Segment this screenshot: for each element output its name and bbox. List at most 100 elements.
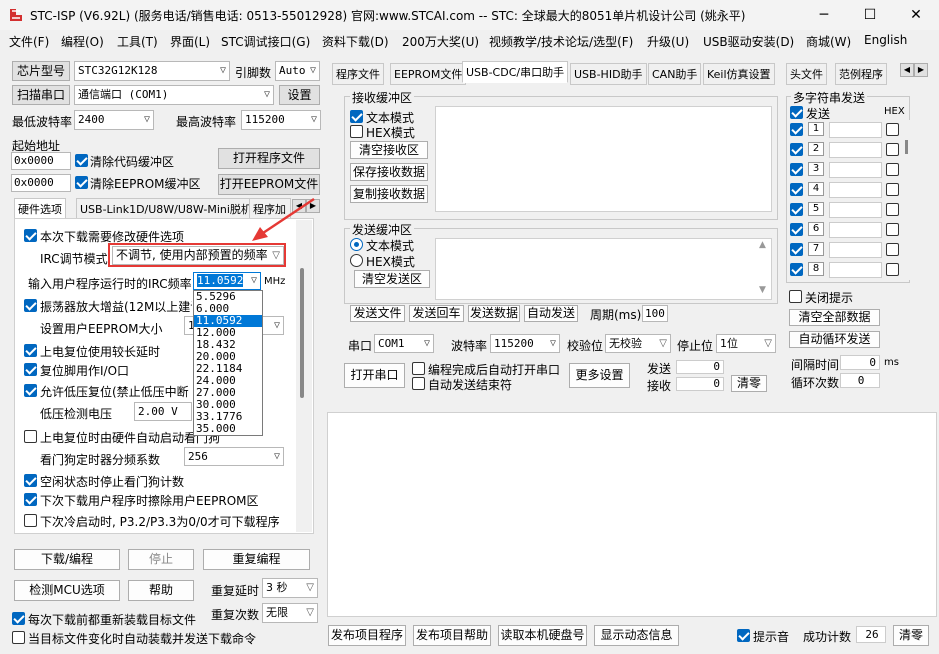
multi-send-row-button[interactable]: 1: [808, 122, 824, 136]
tab-can[interactable]: CAN助手: [648, 63, 702, 85]
tab-usb-hid[interactable]: USB-HID助手: [570, 63, 647, 85]
more-settings-button[interactable]: 更多设置: [569, 363, 630, 388]
irc-freq-select[interactable]: 11.0592 ▽: [193, 272, 261, 290]
menu-usb-driver[interactable]: USB驱动安装(D): [703, 33, 794, 50]
multi-send-row-button[interactable]: 4: [808, 182, 824, 196]
multi-send-row-hex-checkbox[interactable]: [886, 163, 899, 176]
multi-send-scrollbar-thumb[interactable]: [905, 140, 908, 154]
erase-eeprom-checkbox[interactable]: [24, 493, 37, 506]
idle-wdt-checkbox[interactable]: [24, 474, 37, 487]
irc-freq-dropdown[interactable]: 5.5296 6.000 11.0592 12.000 18.432 20.00…: [193, 290, 263, 436]
help-button[interactable]: 帮助: [128, 580, 194, 601]
multi-send-row-input[interactable]: [829, 162, 882, 178]
multi-send-row-button[interactable]: 5: [808, 202, 824, 216]
eeprom-addr-input[interactable]: 0x0000: [11, 174, 71, 192]
tab-header-file[interactable]: 头文件: [786, 63, 827, 85]
recv-text-mode-checkbox[interactable]: [350, 110, 363, 123]
right-tab-scroll-right-icon[interactable]: ▶: [914, 63, 928, 77]
max-baud-select[interactable]: 115200 ▽: [241, 110, 321, 130]
repeat-count-select[interactable]: 无限 ▽: [262, 603, 318, 623]
multi-send-row-hex-checkbox[interactable]: [886, 223, 899, 236]
multi-send-row-input[interactable]: [829, 262, 882, 278]
freq-option[interactable]: 35.000: [194, 423, 262, 435]
close-button[interactable]: ✕: [893, 0, 939, 30]
multi-send-row-checkbox[interactable]: [790, 183, 803, 196]
send-return-button[interactable]: 发送回车: [409, 305, 464, 322]
tab-program-file[interactable]: 程序文件: [332, 63, 384, 85]
clear-eeprom-checkbox[interactable]: [75, 176, 88, 189]
multi-send-row-hex-checkbox[interactable]: [886, 203, 899, 216]
multi-send-row-checkbox[interactable]: [790, 143, 803, 156]
multi-send-all-checkbox[interactable]: [790, 106, 803, 119]
multi-send-row-input[interactable]: [829, 242, 882, 258]
menu-docs[interactable]: 资料下载(D): [322, 33, 389, 50]
clear-all-button[interactable]: 清空全部数据: [789, 309, 880, 326]
multi-send-row-checkbox[interactable]: [790, 163, 803, 176]
settings-button[interactable]: 设置: [279, 85, 320, 105]
multi-send-row-checkbox[interactable]: [790, 243, 803, 256]
period-input[interactable]: 100: [642, 305, 668, 322]
port-select-right[interactable]: COM1 ▽: [374, 334, 434, 353]
multi-send-row-input[interactable]: [829, 222, 882, 238]
pins-select[interactable]: Auto ▽: [275, 61, 320, 81]
log-output-area[interactable]: [327, 412, 937, 617]
menu-video[interactable]: 视频教学/技术论坛/选型(F): [489, 33, 633, 50]
publish-program-button[interactable]: 发布项目程序: [328, 625, 406, 646]
open-eeprom-file-button[interactable]: 打开EEPROM文件: [218, 174, 320, 195]
clear-code-checkbox[interactable]: [75, 154, 88, 167]
send-text-mode-radio[interactable]: [350, 238, 363, 251]
tab-keil[interactable]: Keil仿真设置: [703, 63, 775, 85]
lvd-reset-checkbox[interactable]: [24, 384, 37, 397]
menu-tools[interactable]: 工具(T): [117, 33, 158, 50]
clear-send-button[interactable]: 清空发送区: [354, 270, 430, 288]
options-scrollbar[interactable]: [296, 220, 312, 532]
recv-textarea[interactable]: [435, 106, 772, 212]
multi-send-row-input[interactable]: [829, 122, 882, 138]
tab-eeprom-file[interactable]: EEPROM文件: [390, 63, 467, 85]
multi-send-row-hex-checkbox[interactable]: [886, 183, 899, 196]
multi-send-row-hex-checkbox[interactable]: [886, 243, 899, 256]
read-disk-button[interactable]: 读取本机硬盘号: [498, 625, 587, 646]
send-textarea[interactable]: [435, 238, 772, 300]
chip-model-select[interactable]: STC32G12K128 ▽: [74, 61, 230, 81]
port-select[interactable]: 通信端口 (COM1) ▽: [74, 85, 274, 105]
tab-serial-assistant[interactable]: USB-CDC/串口助手: [462, 61, 569, 83]
publish-help-button[interactable]: 发布项目帮助: [413, 625, 491, 646]
show-info-button[interactable]: 显示动态信息: [594, 625, 679, 646]
clear-recv-button[interactable]: 清空接收区: [350, 141, 428, 159]
wdt-hw-checkbox[interactable]: [24, 430, 37, 443]
multi-send-row-checkbox[interactable]: [790, 203, 803, 216]
download-button[interactable]: 下载/编程: [14, 549, 120, 570]
min-baud-select[interactable]: 2400 ▽: [74, 110, 154, 130]
send-data-button[interactable]: 发送数据: [468, 305, 520, 322]
options-scrollbar-thumb[interactable]: [300, 268, 304, 398]
auto-send-change-checkbox[interactable]: [12, 631, 25, 644]
close-prompt-checkbox[interactable]: [789, 290, 802, 303]
send-file-button[interactable]: 发送文件: [350, 305, 405, 322]
multi-send-row-button[interactable]: 7: [808, 242, 824, 256]
minimize-button[interactable]: ─: [801, 0, 847, 30]
parity-select[interactable]: 无校验 ▽: [605, 334, 671, 353]
multi-send-row-hex-checkbox[interactable]: [886, 123, 899, 136]
baud-select[interactable]: 115200 ▽: [490, 334, 560, 353]
reprogram-button[interactable]: 重复编程: [203, 549, 310, 570]
menu-file[interactable]: 文件(F): [9, 33, 49, 50]
scan-port-button[interactable]: 扫描串口: [12, 85, 70, 105]
cold-start-checkbox[interactable]: [24, 514, 37, 527]
multi-send-row-input[interactable]: [829, 142, 882, 158]
interval-input[interactable]: 0: [840, 355, 880, 370]
multi-send-row-button[interactable]: 2: [808, 142, 824, 156]
multi-send-row-checkbox[interactable]: [790, 263, 803, 276]
multi-send-row-input[interactable]: [829, 202, 882, 218]
multi-send-row-button[interactable]: 3: [808, 162, 824, 176]
reset-io-checkbox[interactable]: [24, 363, 37, 376]
chip-model-button[interactable]: 芯片型号: [12, 61, 70, 81]
menu-interface[interactable]: 界面(L): [170, 33, 210, 50]
tab-usb-link[interactable]: USB-Link1D/U8W/U8W-Mini脱机: [76, 198, 256, 220]
multi-send-row-checkbox[interactable]: [790, 123, 803, 136]
multi-send-row-checkbox[interactable]: [790, 223, 803, 236]
stop-bit-select[interactable]: 1位 ▽: [716, 334, 776, 353]
auto-loop-button[interactable]: 自动循环发送: [789, 331, 880, 348]
copy-recv-button[interactable]: 复制接收数据: [350, 185, 428, 203]
stop-button[interactable]: 停止: [128, 549, 194, 570]
